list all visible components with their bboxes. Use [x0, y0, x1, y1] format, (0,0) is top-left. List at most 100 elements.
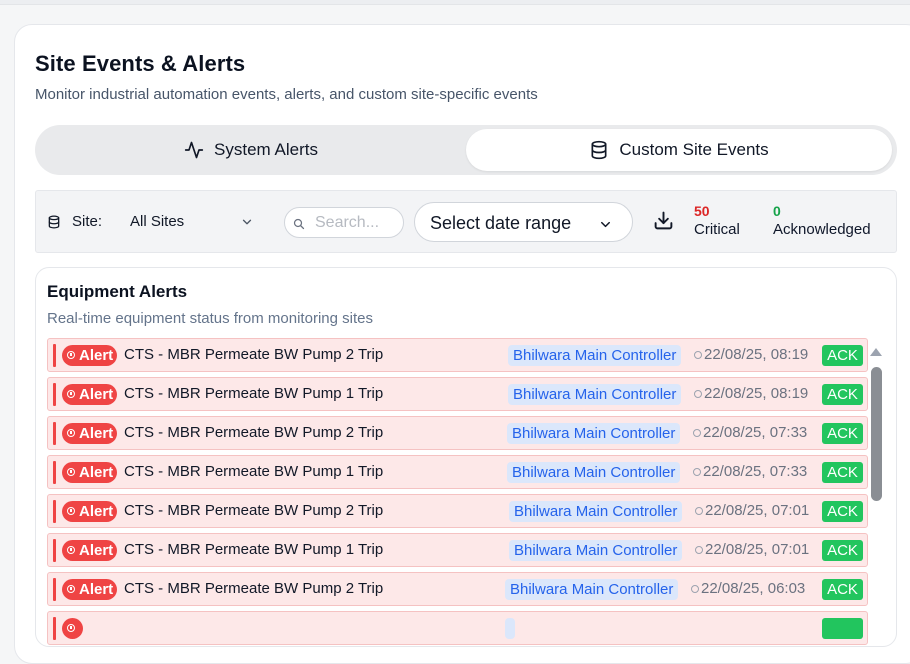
alert-circle-icon [67, 585, 75, 593]
alert-badge-label: Alert [79, 386, 114, 403]
ack-button[interactable]: ACK [822, 345, 863, 366]
alert-badge-label: Alert [79, 581, 114, 598]
alert-row[interactable]: Alert CTS - MBR Permeate BW Pump 2 Trip … [47, 338, 868, 372]
chevron-down-icon [598, 216, 613, 237]
alert-timestamp: 22/08/25, 07:01 [705, 541, 810, 558]
alert-message: CTS - MBR Permeate BW Pump 2 Trip [124, 346, 384, 363]
alert-row[interactable]: Alert CTS - MBR Permeate BW Pump 2 Trip … [47, 416, 868, 450]
ack-button[interactable] [822, 618, 863, 639]
ack-button[interactable]: ACK [822, 579, 863, 600]
tab-label: Custom Site Events [619, 140, 769, 159]
alert-timestamp: 22/08/25, 06:03 [701, 580, 806, 597]
search-input[interactable] [315, 213, 397, 233]
severity-bar [53, 422, 56, 445]
alert-badge: Alert [62, 501, 118, 522]
alert-badge: Alert [62, 423, 118, 444]
alert-badge: Alert [62, 345, 118, 366]
ack-button[interactable]: ACK [822, 540, 863, 561]
severity-bar [53, 539, 56, 562]
controller-tag: Bhilwara Main Controller [505, 579, 679, 600]
acknowledged-count: 0 [773, 203, 781, 219]
alert-circle-icon [67, 468, 75, 476]
page-title: Site Events & Alerts [35, 51, 246, 76]
clock-icon [693, 468, 701, 476]
alert-row[interactable]: Alert CTS - MBR Permeate BW Pump 1 Trip … [47, 533, 868, 567]
alert-badge: Alert [62, 540, 118, 561]
alert-timestamp: 22/08/25, 07:33 [703, 424, 808, 441]
severity-bar [53, 617, 56, 640]
alert-message: CTS - MBR Permeate BW Pump 2 Trip [124, 502, 384, 519]
site-select[interactable]: All Sites [130, 213, 258, 230]
alert-badge: Alert [62, 462, 118, 483]
critical-label: Critical [694, 221, 740, 238]
ack-button[interactable]: ACK [822, 384, 863, 405]
activity-icon [184, 140, 204, 160]
date-range-select[interactable]: Select date range [414, 202, 633, 242]
date-range-label: Select date range [430, 213, 572, 233]
clock-icon [693, 429, 701, 437]
alert-circle-icon [67, 546, 75, 554]
controller-tag: Bhilwara Main Controller [508, 384, 682, 405]
controller-tag: Bhilwara Main Controller [508, 345, 682, 366]
critical-stat: 50 Critical [694, 202, 740, 240]
ack-button[interactable]: ACK [822, 462, 863, 483]
scroll-up-arrow[interactable] [870, 348, 882, 356]
alert-badge-label: Alert [79, 425, 114, 442]
tab-custom-site-events[interactable]: Custom Site Events [466, 129, 892, 171]
severity-bar [53, 383, 56, 406]
alert-circle-icon [67, 429, 75, 437]
alert-row[interactable]: Alert CTS - MBR Permeate BW Pump 2 Trip … [47, 572, 868, 606]
alert-timestamp: 22/08/25, 07:01 [705, 502, 810, 519]
alert-timestamp: 22/08/25, 08:19 [704, 346, 809, 363]
top-strip [0, 0, 910, 5]
database-icon [589, 140, 609, 160]
alert-badge [62, 618, 83, 639]
search-icon [293, 217, 305, 235]
download-icon[interactable] [653, 210, 674, 236]
alert-timestamp: 22/08/25, 08:19 [704, 385, 809, 402]
database-icon [47, 215, 61, 234]
alert-message: CTS - MBR Permeate BW Pump 1 Trip [124, 541, 384, 558]
alert-circle-icon [67, 624, 75, 632]
site-label: Site: [72, 213, 103, 230]
controller-tag: Bhilwara Main Controller [507, 462, 681, 483]
clock-icon [691, 585, 699, 593]
controller-tag [505, 618, 515, 639]
scrollbar-thumb[interactable] [871, 367, 882, 501]
alert-row[interactable]: Alert CTS - MBR Permeate BW Pump 1 Trip … [47, 455, 868, 489]
alert-row[interactable] [47, 611, 868, 645]
alert-badge: Alert [62, 579, 118, 600]
severity-bar [53, 500, 56, 523]
chevron-down-icon[interactable] [240, 215, 254, 234]
alert-badge-label: Alert [79, 464, 114, 481]
severity-bar [53, 461, 56, 484]
controller-tag: Bhilwara Main Controller [509, 540, 683, 561]
alert-circle-icon [67, 390, 75, 398]
acknowledged-stat: 0 Acknowledged [773, 202, 871, 240]
equipment-alerts-panel: Equipment Alerts Real-time equipment sta… [35, 267, 897, 647]
alert-circle-icon [67, 351, 75, 359]
ack-button[interactable]: ACK [822, 423, 863, 444]
clock-icon [694, 351, 702, 359]
alert-message: CTS - MBR Permeate BW Pump 1 Trip [124, 463, 384, 480]
ack-button[interactable]: ACK [822, 501, 863, 522]
clock-icon [695, 546, 703, 554]
alert-message: CTS - MBR Permeate BW Pump 1 Trip [124, 385, 384, 402]
controller-tag: Bhilwara Main Controller [509, 501, 683, 522]
alert-badge-label: Alert [79, 542, 114, 559]
clock-icon [694, 390, 702, 398]
alert-circle-icon [67, 507, 75, 515]
search-field[interactable] [284, 207, 404, 238]
alert-row[interactable]: Alert CTS - MBR Permeate BW Pump 2 Trip … [47, 494, 868, 528]
acknowledged-label: Acknowledged [773, 221, 871, 238]
alert-timestamp: 22/08/25, 07:33 [703, 463, 808, 480]
tab-bar: System Alerts Custom Site Events [35, 125, 897, 175]
severity-bar [53, 578, 56, 601]
alert-row[interactable]: Alert CTS - MBR Permeate BW Pump 1 Trip … [47, 377, 868, 411]
tab-system-alerts[interactable]: System Alerts [39, 129, 463, 171]
alert-badge: Alert [62, 384, 118, 405]
clock-icon [695, 507, 703, 515]
alert-badge-label: Alert [79, 347, 114, 364]
panel-title: Equipment Alerts [47, 282, 188, 301]
page-subtitle: Monitor industrial automation events, al… [35, 86, 538, 103]
